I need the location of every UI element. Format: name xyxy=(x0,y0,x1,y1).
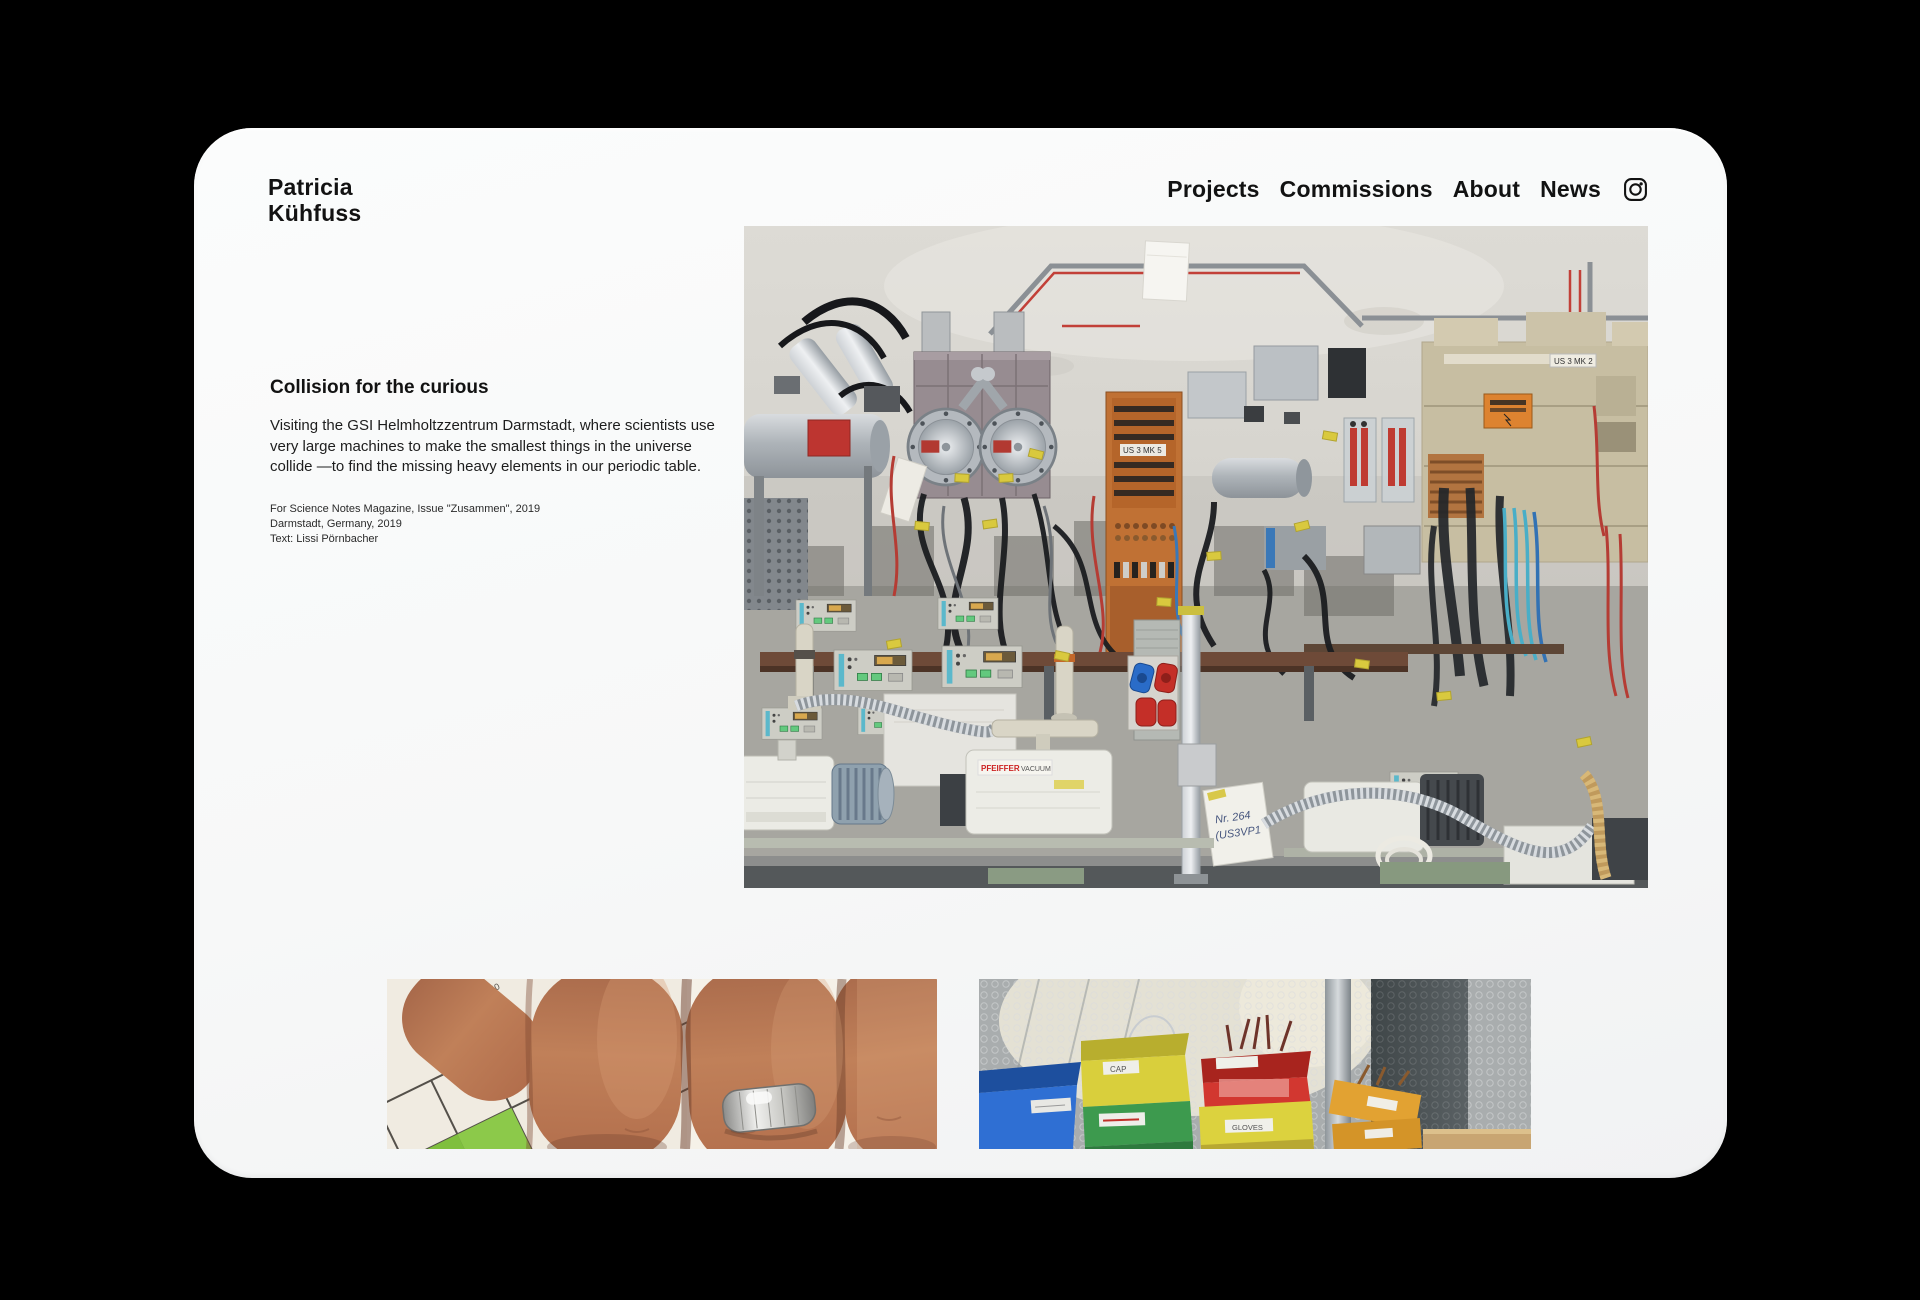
svg-text:VACUUM: VACUUM xyxy=(1021,766,1051,773)
page-title: Collision for the curious xyxy=(270,377,489,399)
nav-item-about[interactable]: About xyxy=(1453,176,1520,203)
instagram-icon[interactable] xyxy=(1623,177,1648,202)
svg-text:US 3 MK 5: US 3 MK 5 xyxy=(1123,446,1162,455)
credit-line: For Science Notes Magazine, Issue "Zusam… xyxy=(270,502,540,517)
svg-text:CAP: CAP xyxy=(1110,1065,1126,1074)
brand-line2: Kühfuss xyxy=(268,200,361,226)
thumbnail-hand-periodic-table: 140 105 xyxy=(387,979,937,1149)
brand-logo[interactable]: Patricia Kühfuss xyxy=(268,174,361,226)
thumbnail-storage-bins: CAP GLOVES xyxy=(979,979,1531,1149)
svg-text:GLOVES: GLOVES xyxy=(1232,1123,1263,1132)
nav-item-news[interactable]: News xyxy=(1540,176,1601,203)
nav-item-commissions[interactable]: Commissions xyxy=(1280,176,1433,203)
credit-line: Text: Lissi Pörnbacher xyxy=(270,532,540,547)
credit-line: Darmstadt, Germany, 2019 xyxy=(270,517,540,532)
hero-photo: US 3 MK 2 xyxy=(744,226,1648,888)
project-description: Visiting the GSI Helmholtzzentrum Darmst… xyxy=(270,416,718,478)
main-nav: Projects Commissions About News xyxy=(1167,176,1648,203)
brand-line1: Patricia xyxy=(268,174,361,200)
site-frame: Patricia Kühfuss Projects Commissions Ab… xyxy=(194,128,1727,1178)
svg-text:US 3 MK 2: US 3 MK 2 xyxy=(1554,357,1593,366)
project-credits: For Science Notes Magazine, Issue "Zusam… xyxy=(270,502,540,547)
nav-item-projects[interactable]: Projects xyxy=(1167,176,1259,203)
svg-text:PFEIFFER: PFEIFFER xyxy=(981,764,1020,773)
